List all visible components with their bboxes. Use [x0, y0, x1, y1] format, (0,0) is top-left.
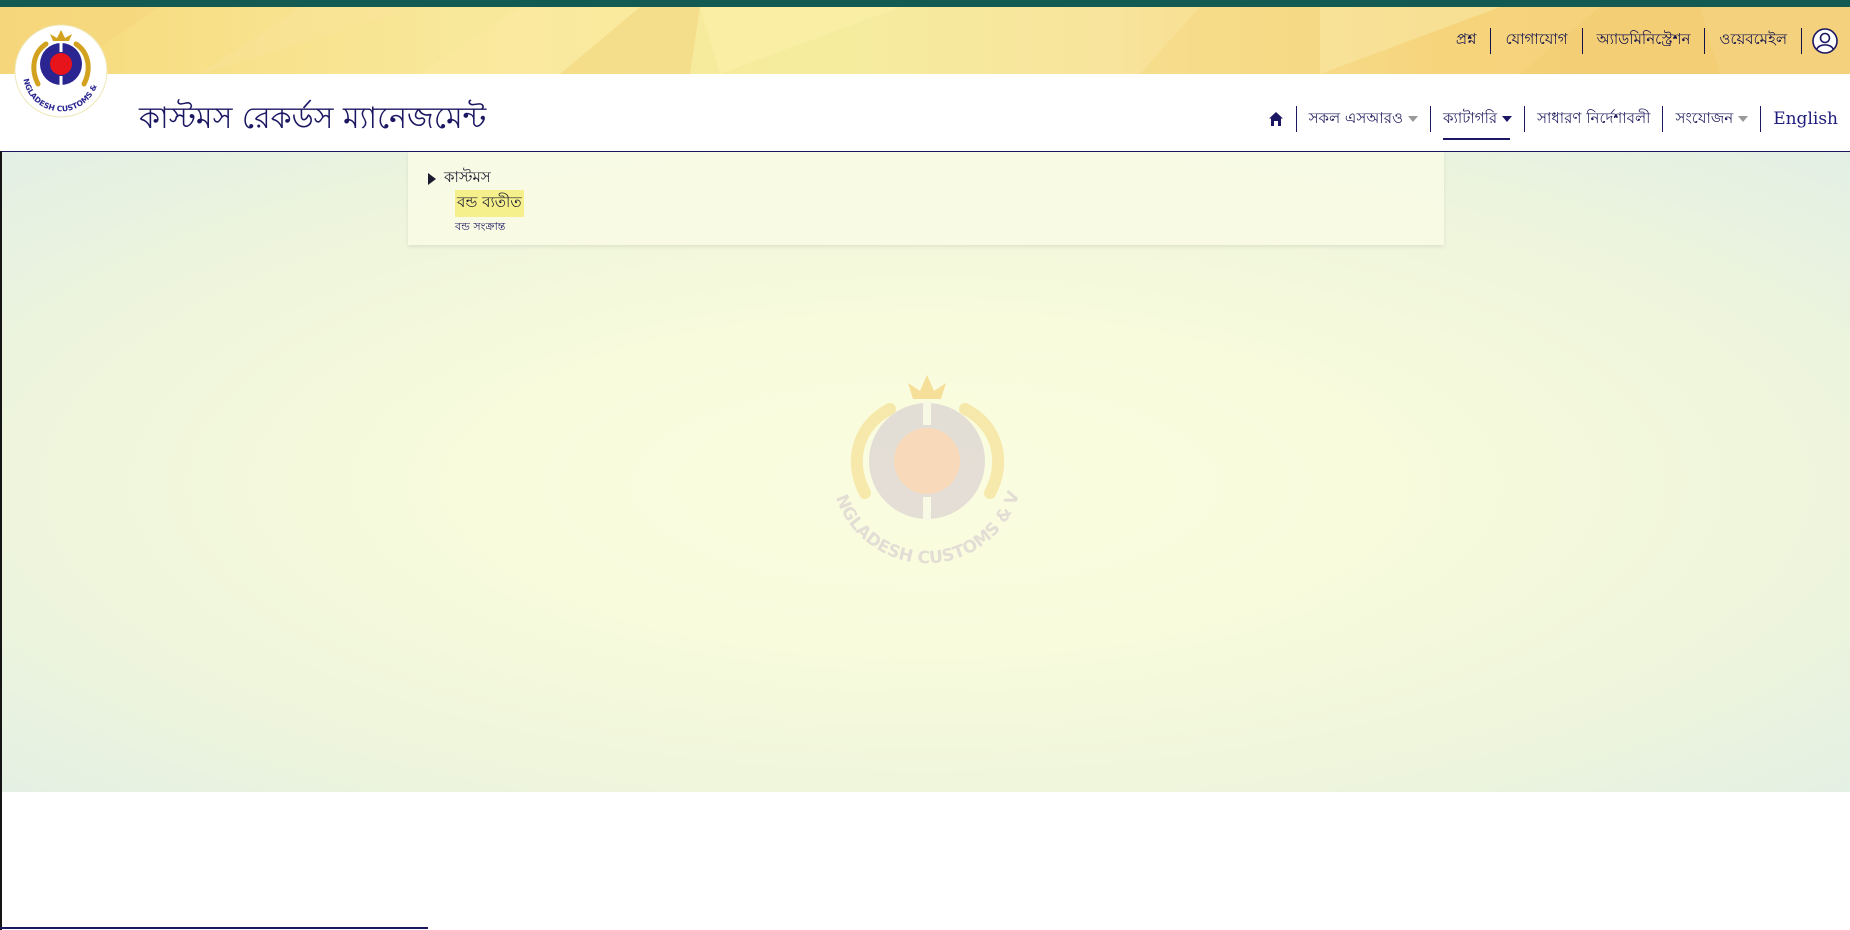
main-nav: সকল এসআরও ক্যাটাগরি সাধারণ নির্দেশাবলী স… [1256, 105, 1850, 140]
bottom-progress-line [0, 927, 428, 929]
dropdown-item-customs[interactable]: কাস্টমস [428, 166, 491, 191]
contact-link[interactable]: যোগাযোগ [1491, 28, 1581, 53]
administration-link[interactable]: অ্যাডমিনিস্ট্রেশন [1583, 28, 1705, 53]
utility-nav: প্রশ্ন যোগাযোগ অ্যাডমিনিস্ট্রেশন ওয়েবমে… [1442, 7, 1850, 74]
faq-link[interactable]: প্রশ্ন [1442, 28, 1491, 53]
separator [1801, 27, 1802, 54]
nav-attachment-label: সংযোজন [1675, 108, 1734, 127]
webmail-link[interactable]: ওয়েবমেইল [1705, 28, 1801, 53]
customs-logo[interactable]: BANGLADESH CUSTOMS & VAT [11, 17, 108, 118]
dropdown-subitem-non-bond[interactable]: বন্ড ব্যতীত [455, 190, 524, 217]
top-accent-strip [0, 0, 1850, 7]
watermark-logo: BANGLADESH CUSTOMS & VAT [820, 373, 1025, 568]
nav-attachment[interactable]: সংযোজন [1663, 107, 1760, 132]
caret-down-icon [1408, 116, 1419, 122]
nav-general-instructions[interactable]: সাধারণ নির্দেশাবলী [1525, 107, 1662, 132]
nav-all-sros[interactable]: সকল এসআরও [1297, 107, 1430, 132]
nav-category[interactable]: ক্যাটাগরি [1431, 107, 1524, 140]
left-edge-line [0, 151, 2, 930]
user-icon[interactable] [1812, 27, 1838, 54]
nav-all-sros-label: সকল এসআরও [1308, 108, 1404, 127]
triangle-right-icon [428, 172, 436, 185]
caret-down-icon [1738, 116, 1749, 122]
language-toggle[interactable]: English [1761, 109, 1850, 129]
caret-down-icon [1502, 116, 1513, 122]
dropdown-item-customs-label: কাস্টমস [444, 168, 491, 186]
site-title[interactable]: কাস্টমস রেকর্ডস ম্যানেজমেন্ট [139, 94, 486, 145]
hero-background: BANGLADESH CUSTOMS & VAT [2, 151, 1850, 792]
category-dropdown: কাস্টমস বন্ড ব্যতীত বন্ড সংক্রান্ত [408, 152, 1444, 245]
dropdown-subitem-bond-related[interactable]: বন্ড সংক্রান্ত [455, 218, 505, 237]
nav-category-label: ক্যাটাগরি [1443, 108, 1498, 127]
home-icon[interactable] [1256, 111, 1296, 127]
